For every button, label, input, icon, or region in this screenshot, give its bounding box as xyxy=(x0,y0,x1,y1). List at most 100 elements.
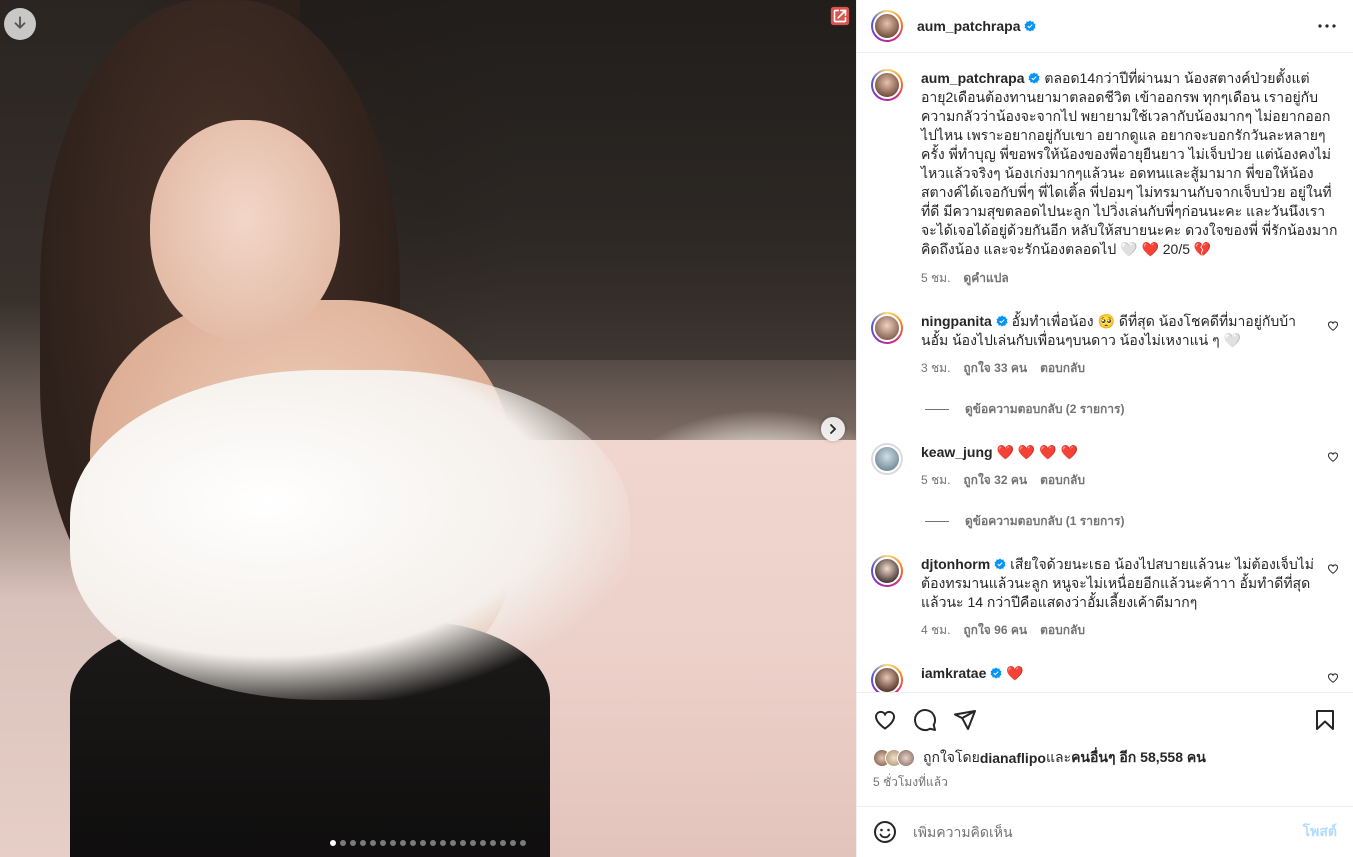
see-translation-link[interactable]: ดูคำแปล xyxy=(963,269,1008,288)
slide-indicator xyxy=(0,840,856,846)
post-timestamp[interactable]: 5 ชั่วโมงที่แล้ว xyxy=(873,773,1337,792)
heart-icon xyxy=(874,710,896,730)
download-icon xyxy=(14,16,26,29)
comment-text: ❤️ xyxy=(1006,665,1024,681)
slide-dot xyxy=(520,840,526,846)
slide-dot xyxy=(480,840,486,846)
commenter-avatar[interactable] xyxy=(871,312,903,344)
add-comment-bar: โพสต์ xyxy=(857,806,1353,857)
comment-icon xyxy=(914,709,937,732)
comment-likes[interactable]: ถูกใจ 32 คน xyxy=(963,471,1027,490)
commenter-avatar[interactable] xyxy=(871,555,903,587)
slide-dot xyxy=(350,840,356,846)
slide-dot xyxy=(510,840,516,846)
view-replies-label: ดูข้อความตอบกลับ (2 รายการ) xyxy=(965,402,1125,416)
slide-dot xyxy=(360,840,366,846)
liker-avatars xyxy=(873,749,915,767)
comment-like-icon[interactable] xyxy=(1327,672,1339,684)
comment-username[interactable]: keaw_jung xyxy=(921,444,993,460)
slide-dot xyxy=(410,840,416,846)
verified-badge-icon xyxy=(1024,20,1036,32)
verified-badge-icon xyxy=(1028,72,1040,84)
slide-dot xyxy=(430,840,436,846)
comments-list[interactable]: aum_patchrapa ตลอด14กว่าปีที่ผ่านมา น้อง… xyxy=(857,53,1353,692)
post-dialog: aum_patchrapa aum_patchrapa ตลอด14กว่าปี… xyxy=(0,0,1353,857)
comment-item: djtonhorm เสียใจด้วยนะเธอ น้องไปสบายแล้ว… xyxy=(871,555,1339,640)
caption-avatar[interactable] xyxy=(871,69,903,101)
author-avatar[interactable] xyxy=(871,10,903,42)
slide-dot xyxy=(490,840,496,846)
slide-dot xyxy=(440,840,446,846)
post-comment-button[interactable]: โพสต์ xyxy=(1303,821,1337,843)
external-link-icon xyxy=(830,6,850,26)
like-button[interactable] xyxy=(873,708,897,732)
slide-dot xyxy=(390,840,396,846)
post-media[interactable] xyxy=(0,0,856,857)
slide-dot xyxy=(330,840,336,846)
slide-dot xyxy=(470,840,476,846)
slide-dot xyxy=(370,840,376,846)
comment-likes[interactable]: ถูกใจ 33 คน xyxy=(963,359,1027,378)
download-button[interactable] xyxy=(4,8,36,40)
comment-like-icon[interactable] xyxy=(1327,320,1339,332)
slide-dot xyxy=(500,840,506,846)
comment-time[interactable]: 3 ชม. xyxy=(921,359,950,378)
photo-face xyxy=(150,120,340,340)
slide-dot xyxy=(400,840,406,846)
verified-badge-icon xyxy=(994,558,1006,570)
comment-time[interactable]: 5 ชม. xyxy=(921,471,950,490)
save-button[interactable] xyxy=(1313,708,1337,732)
view-replies-button[interactable]: ดูข้อความตอบกลับ (1 รายการ) xyxy=(925,512,1339,531)
author-username[interactable]: aum_patchrapa xyxy=(917,18,1020,34)
view-replies-button[interactable]: ดูข้อความตอบกลับ (2 รายการ) xyxy=(925,400,1339,419)
open-external-button[interactable] xyxy=(828,4,852,28)
slide-dot xyxy=(450,840,456,846)
share-icon xyxy=(954,710,976,730)
next-slide-button[interactable] xyxy=(821,417,845,441)
bookmark-icon xyxy=(1316,710,1334,730)
reply-button[interactable]: ตอบกลับ xyxy=(1040,621,1085,640)
post-header: aum_patchrapa xyxy=(857,0,1353,53)
first-liker[interactable]: dianaflipo xyxy=(980,750,1046,766)
comment-like-icon[interactable] xyxy=(1327,563,1339,575)
comment-text: ❤️ ❤️ ❤️ ❤️ xyxy=(996,444,1078,460)
post-sidebar: aum_patchrapa aum_patchrapa ตลอด14กว่าปี… xyxy=(856,0,1353,857)
slide-dot xyxy=(380,840,386,846)
likes-count[interactable]: คนอื่นๆ อีก 58,558 คน xyxy=(1071,747,1206,769)
comment-username[interactable]: ningpanita xyxy=(921,313,992,329)
comment-username[interactable]: djtonhorm xyxy=(921,556,990,572)
reply-button[interactable]: ตอบกลับ xyxy=(1040,471,1085,490)
likes-prefix: ถูกใจโดย xyxy=(923,749,980,765)
commenter-avatar[interactable] xyxy=(871,443,903,475)
comment-item: keaw_jung ❤️ ❤️ ❤️ ❤️ 5 ชม. ถูกใจ 32 คน ตอบ… xyxy=(871,443,1339,531)
verified-badge-icon xyxy=(996,315,1008,327)
comment-like-icon[interactable] xyxy=(1327,451,1339,463)
share-button[interactable] xyxy=(953,708,977,732)
commenter-avatar[interactable] xyxy=(871,664,903,692)
post-caption: aum_patchrapa ตลอด14กว่าปีที่ผ่านมา น้อง… xyxy=(871,69,1339,288)
likes-section: ถูกใจโดย dianaflipo และ คนอื่นๆ อีก 58,5… xyxy=(857,747,1353,806)
slide-dot xyxy=(420,840,426,846)
slide-dot xyxy=(340,840,346,846)
more-icon xyxy=(1318,24,1336,28)
comment-button[interactable] xyxy=(913,708,937,732)
chevron-right-icon xyxy=(830,424,837,434)
slide-dot xyxy=(460,840,466,846)
action-bar xyxy=(857,692,1353,747)
caption-username[interactable]: aum_patchrapa xyxy=(921,70,1024,86)
comment-time[interactable]: 4 ชม. xyxy=(921,621,950,640)
photo-dog xyxy=(70,370,630,700)
comment-likes[interactable]: ถูกใจ 96 คน xyxy=(963,621,1027,640)
caption-time[interactable]: 5 ชม. xyxy=(921,269,950,288)
caption-text: ตลอด14กว่าปีที่ผ่านมา น้องสตางค์ป่วยตั้ง… xyxy=(921,70,1338,257)
comment-input[interactable] xyxy=(913,824,1295,840)
comment-item: ningpanita อั้มทำเพื่อน้อง 🥺 ดีที่สุด น้… xyxy=(871,312,1339,419)
comment-item: iamkratae ❤️5 ชม.ถูกใจ 30 คนตอบกลับ xyxy=(871,664,1339,692)
view-replies-label: ดูข้อความตอบกลับ (1 รายการ) xyxy=(965,514,1125,528)
comment-username[interactable]: iamkratae xyxy=(921,665,986,681)
reply-button[interactable]: ตอบกลับ xyxy=(1040,359,1085,378)
verified-badge-icon xyxy=(990,667,1002,679)
likes-middle: และ xyxy=(1045,749,1072,765)
more-options-button[interactable] xyxy=(1315,14,1339,38)
emoji-icon[interactable] xyxy=(873,820,897,844)
